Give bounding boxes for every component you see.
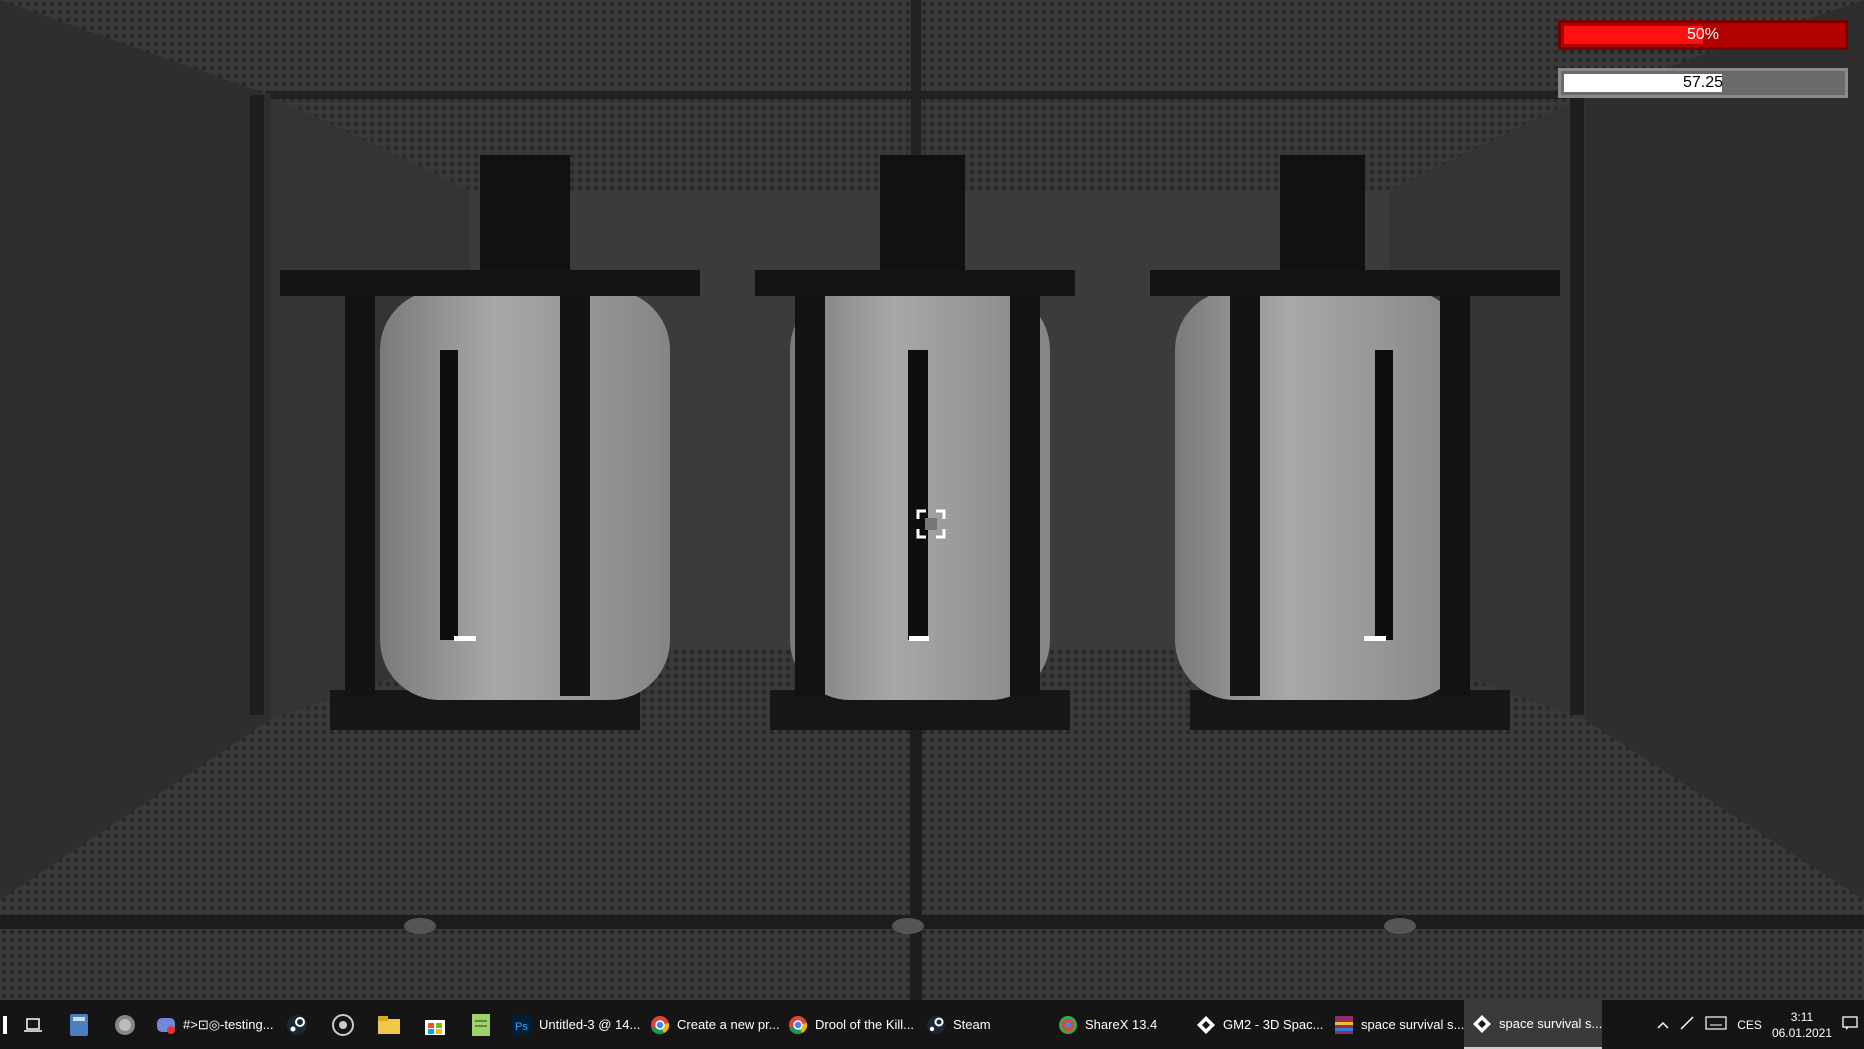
clock-date: 06.01.2021	[1771, 1025, 1832, 1040]
oxygen-label: 57.25	[1682, 74, 1724, 91]
taskbar-item-steam[interactable]: Steam	[918, 1000, 1050, 1049]
health-label: 50%	[1686, 26, 1720, 43]
game-viewport[interactable]	[0, 0, 1864, 1000]
clock[interactable]: 3:11 06.01.2021	[1772, 1009, 1832, 1041]
chrome-icon	[650, 1015, 670, 1035]
obs-icon[interactable]	[320, 1000, 366, 1049]
language-indicator[interactable]: CES	[1737, 1018, 1762, 1032]
steam-icon[interactable]	[274, 1000, 320, 1049]
app-globe-icon[interactable]	[102, 1000, 148, 1049]
store-icon[interactable]	[412, 1000, 458, 1049]
pen-icon[interactable]	[1679, 1015, 1695, 1034]
sharex-icon	[1058, 1015, 1078, 1035]
taskbar-item-label: space survival s...	[1361, 1017, 1464, 1032]
taskbar-item-sharex[interactable]: ShareX 13.4	[1050, 1000, 1188, 1049]
taskbar-item-gamemaker-1[interactable]: GM2 - 3D Spac...	[1188, 1000, 1326, 1049]
taskbar-item-winrar[interactable]: space survival s...	[1326, 1000, 1464, 1049]
chevron-up-icon[interactable]	[1657, 1017, 1669, 1032]
file-explorer-icon[interactable]	[366, 1000, 412, 1049]
notepad-icon[interactable]	[458, 1000, 504, 1049]
discord-icon	[156, 1015, 176, 1035]
taskbar-item-chrome-2[interactable]: Drool of the Kill...	[780, 1000, 918, 1049]
chrome-icon	[788, 1015, 808, 1035]
taskbar-item-discord[interactable]: #>⊡◎-testing...	[148, 1000, 274, 1049]
taskbar-item-label: GM2 - 3D Spac...	[1223, 1017, 1324, 1032]
system-tray: CES 3:11 06.01.2021	[1657, 1000, 1864, 1049]
taskbar-item-label: Steam	[953, 1017, 991, 1032]
taskbar-item-label: space survival s...	[1499, 1016, 1602, 1031]
taskbar: #>⊡◎-testing... Ps Untitled-3 @ 14... Cr…	[0, 1000, 1864, 1049]
notification-icon[interactable]	[1842, 1015, 1858, 1034]
taskbar-item-label: Create a new pr...	[677, 1017, 780, 1032]
taskbar-item-label: ShareX 13.4	[1085, 1017, 1158, 1032]
taskbar-item-label: Untitled-3 @ 14...	[539, 1017, 641, 1032]
hud: 50% 57.25	[1558, 20, 1848, 116]
taskbar-item-label: #>⊡◎-testing...	[183, 1016, 274, 1032]
health-bar: 50%	[1558, 20, 1848, 50]
taskbar-item-gamemaker-2[interactable]: space survival s...	[1464, 1000, 1602, 1049]
start-button[interactable]	[0, 1000, 10, 1049]
taskbar-item-chrome-1[interactable]: Create a new pr...	[642, 1000, 780, 1049]
calculator-icon[interactable]	[56, 1000, 102, 1049]
taskbar-item-photoshop[interactable]: Ps Untitled-3 @ 14...	[504, 1000, 642, 1049]
crosshair-icon	[916, 509, 946, 539]
keyboard-icon[interactable]	[1705, 1016, 1727, 1033]
winrar-icon	[1334, 1015, 1354, 1035]
taskbar-item-label: Drool of the Kill...	[815, 1017, 914, 1032]
photoshop-icon: Ps	[512, 1014, 532, 1035]
clock-time: 3:11	[1790, 1009, 1814, 1024]
oxygen-bar: 57.25	[1558, 68, 1848, 98]
task-view-icon[interactable]	[10, 1000, 56, 1049]
svg-text:Ps: Ps	[515, 1021, 528, 1033]
gamemaker-icon	[1196, 1015, 1216, 1035]
gamemaker-icon	[1472, 1014, 1492, 1034]
steam-icon	[926, 1015, 946, 1035]
